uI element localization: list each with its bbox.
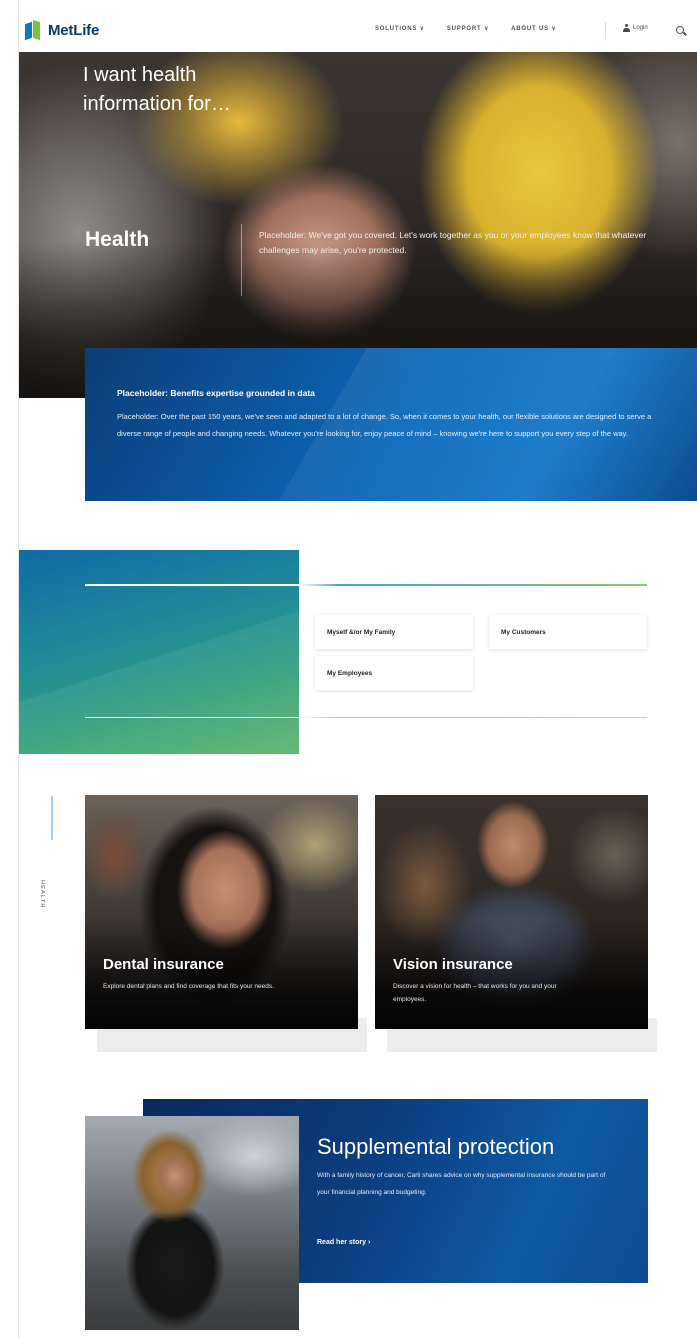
- card-overlay: [375, 919, 648, 1029]
- option-customers-button[interactable]: My Customers: [489, 615, 647, 649]
- hero-text: Placeholder: We've got you covered. Let'…: [259, 230, 647, 255]
- section-label: HEALTH: [39, 880, 45, 909]
- section-marker-line: [51, 796, 53, 840]
- hero-divider: [241, 224, 242, 296]
- main-nav: SOLUTIONS ∨ SUPPORT ∨ ABOUT US ∨: [375, 25, 557, 32]
- supplemental-photo: [85, 1116, 299, 1330]
- option-employees-button[interactable]: My Employees: [315, 656, 473, 690]
- vision-insurance-card[interactable]: Vision insurance Discover a vision for h…: [375, 795, 648, 1029]
- nav-solutions[interactable]: SOLUTIONS ∨: [375, 25, 425, 32]
- metlife-logo[interactable]: MetLife: [25, 19, 100, 41]
- card-overlay: [85, 919, 358, 1029]
- card-description: Discover a vision for health – that work…: [393, 983, 557, 1003]
- site-header: MetLife SOLUTIONS ∨ SUPPORT ∨ ABOUT US ∨…: [19, 8, 697, 52]
- nav-divider: [605, 22, 606, 38]
- hero-title: Health: [85, 228, 150, 251]
- user-icon: [623, 24, 630, 32]
- page: MetLife SOLUTIONS ∨ SUPPORT ∨ ABOUT US ∨…: [18, 0, 697, 1338]
- login-link[interactable]: Login: [623, 24, 648, 32]
- want-info-panel: [19, 550, 299, 754]
- login-label: Login: [633, 25, 648, 31]
- want-divider-bottom: [85, 717, 647, 718]
- logo-text: MetLife: [48, 21, 100, 39]
- read-her-story-link[interactable]: Read her story ›: [317, 1239, 370, 1246]
- nav-about-us[interactable]: ABOUT US ∨: [511, 25, 556, 32]
- card-title: Dental insurance: [103, 956, 224, 973]
- info-panel: Placeholder: Benefits expertise grounded…: [85, 348, 697, 501]
- want-divider-top: [85, 584, 647, 586]
- supplemental-title: Supplemental protection: [317, 1134, 555, 1159]
- logo-mark-icon: [25, 19, 43, 41]
- card-title: Vision insurance: [393, 956, 513, 973]
- dental-insurance-card[interactable]: Dental insurance Explore dental plans an…: [85, 795, 358, 1029]
- supplemental-body: With a family history of cancer, Carli s…: [317, 1172, 606, 1196]
- search-icon[interactable]: [676, 26, 684, 34]
- info-body: Placeholder: Over the past 150 years, we…: [117, 412, 652, 438]
- want-info-title: I want health information for…: [83, 64, 231, 115]
- option-myself-family-button[interactable]: Myself &/or My Family: [315, 615, 473, 649]
- nav-support[interactable]: SUPPORT ∨: [447, 25, 489, 32]
- card-description: Explore dental plans and find coverage t…: [103, 983, 274, 990]
- info-heading: Placeholder: Benefits expertise grounded…: [117, 388, 315, 398]
